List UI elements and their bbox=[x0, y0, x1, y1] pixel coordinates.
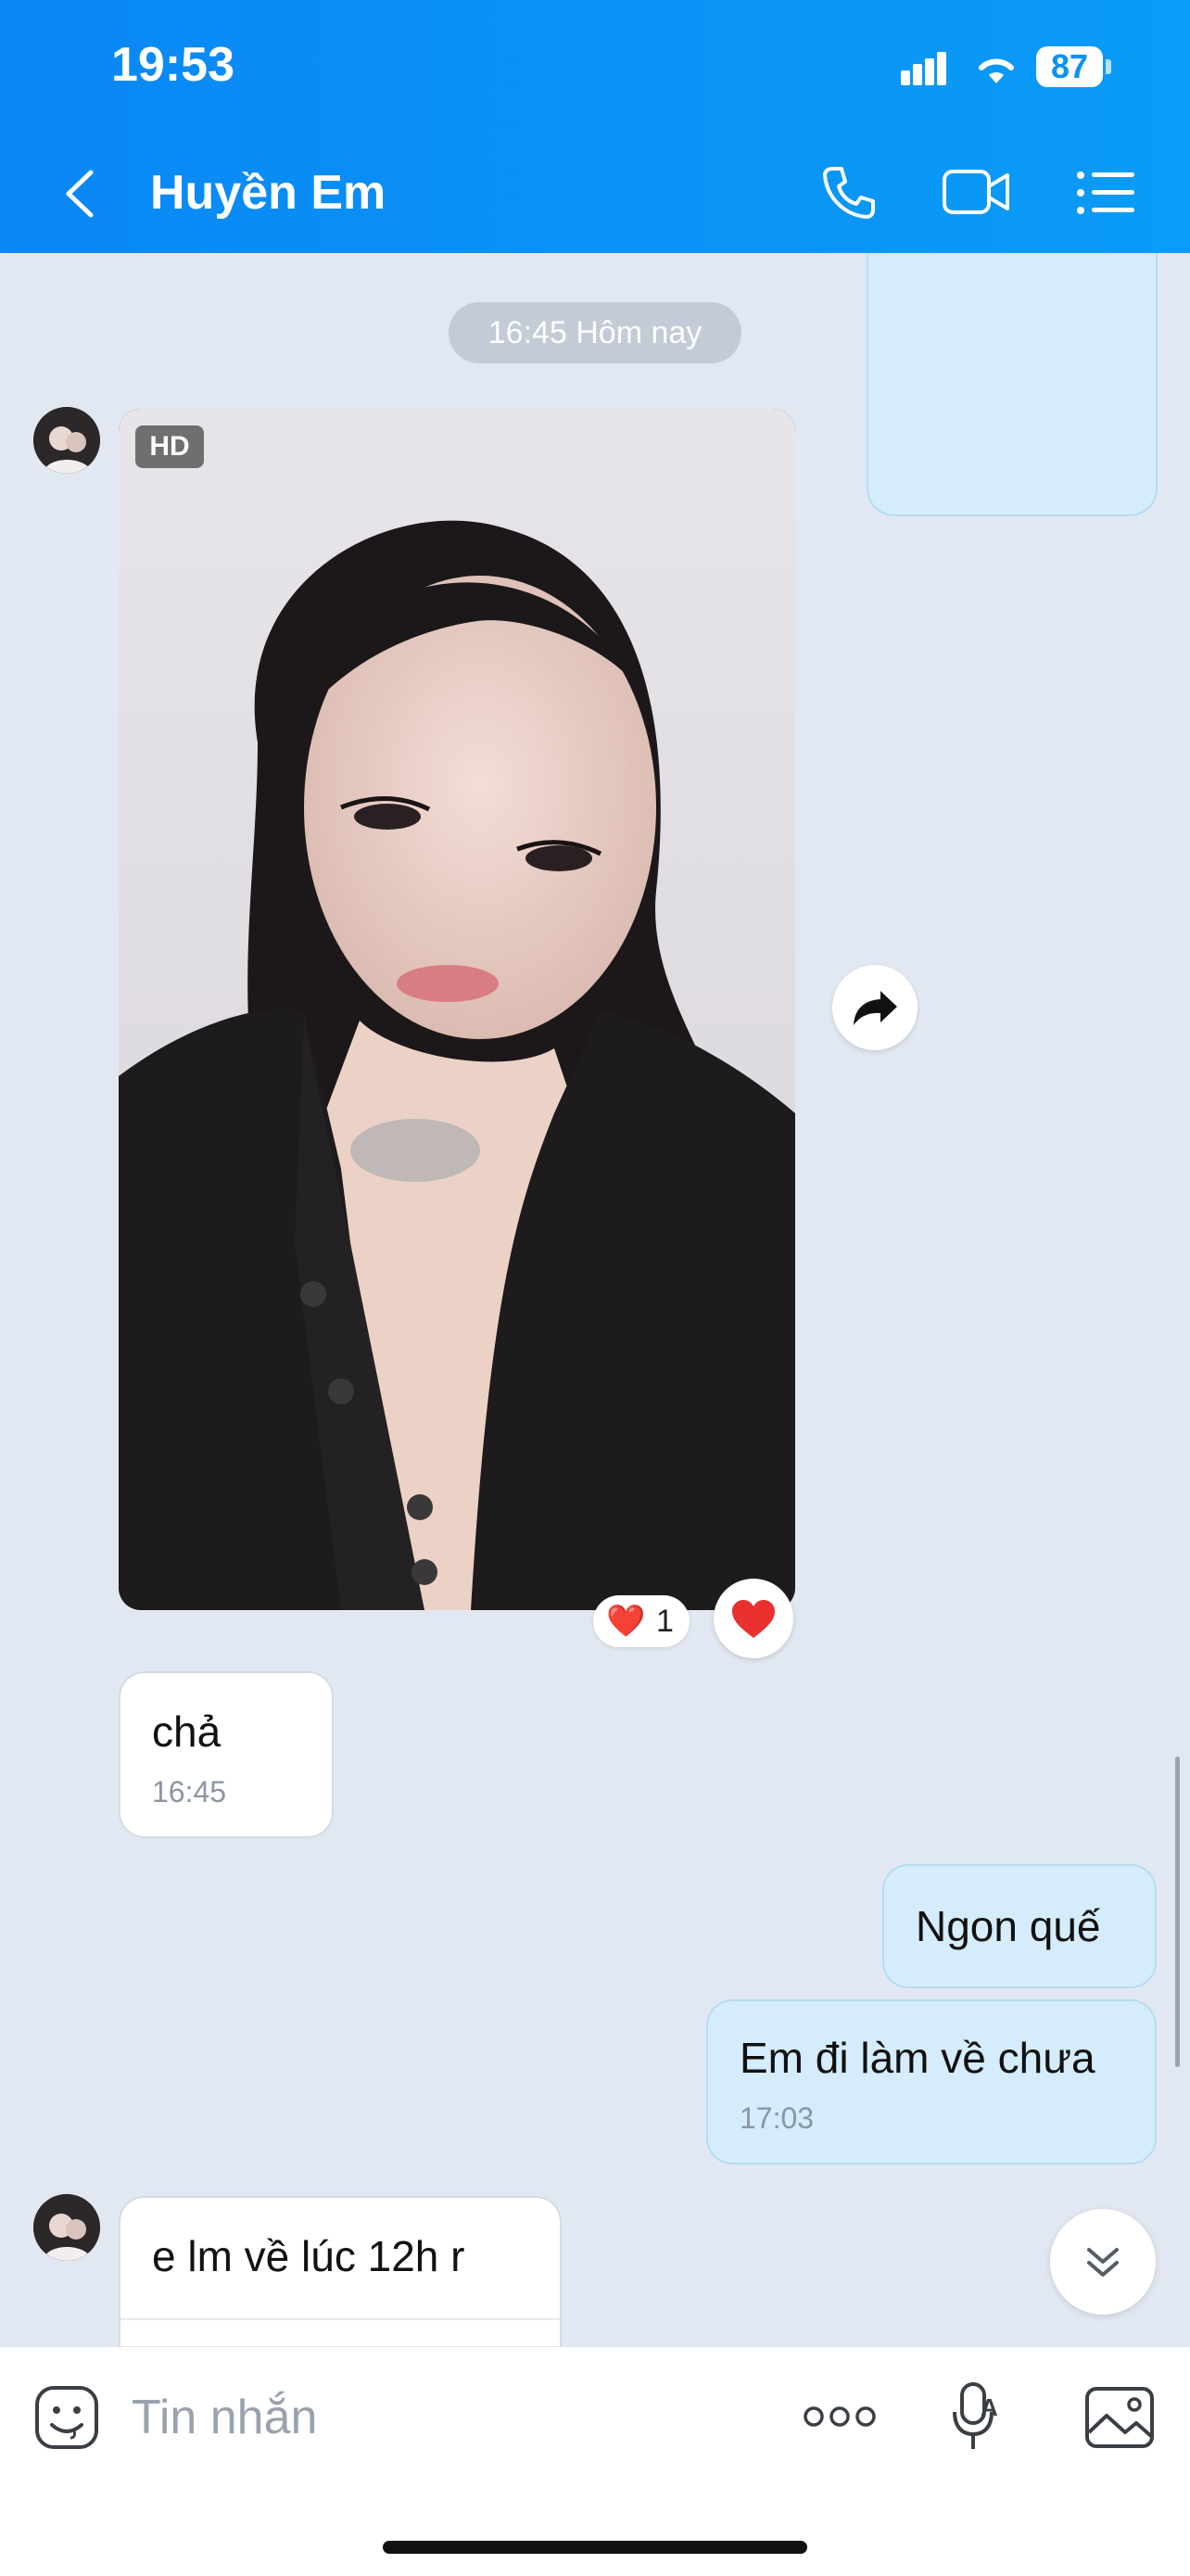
photo-message[interactable]: HD bbox=[119, 409, 795, 1610]
forward-arrow-icon bbox=[854, 991, 897, 1025]
message-list[interactable]: 16:45 Hôm nay HD ❤️ 1 chả 16:45 Ngon quế… bbox=[0, 253, 1190, 2346]
signal-icon bbox=[901, 52, 946, 85]
video-camera-icon[interactable] bbox=[942, 167, 1012, 217]
message-text: e lm về lúc 12h r bbox=[152, 2232, 465, 2280]
heart-icon: ❤️ bbox=[606, 1604, 646, 1639]
message-time: 16:45 bbox=[152, 1775, 227, 1808]
contact-avatar[interactable] bbox=[33, 407, 100, 474]
hd-badge: HD bbox=[135, 425, 204, 468]
previous-message-bubble bbox=[867, 253, 1158, 516]
outgoing-message[interactable]: Ngon quế bbox=[882, 1864, 1157, 1988]
svg-text:A: A bbox=[981, 2393, 998, 2421]
outgoing-message[interactable]: Em đi làm về chưa 17:03 bbox=[706, 1999, 1157, 2164]
chevron-left-icon[interactable] bbox=[59, 167, 100, 221]
battery-icon: 87 bbox=[1036, 46, 1103, 87]
scrollbar[interactable] bbox=[1175, 1757, 1180, 2067]
incoming-message[interactable]: e lm về lúc 12h r bbox=[119, 2196, 562, 2346]
photo-image bbox=[119, 409, 795, 1610]
composer-bar: Tin nhắn A bbox=[0, 2346, 1190, 2576]
heart-icon bbox=[732, 1600, 775, 1638]
incoming-message[interactable]: chả 16:45 bbox=[119, 1671, 334, 1838]
wifi-icon bbox=[979, 58, 1014, 83]
reaction-count: 1 bbox=[656, 1604, 674, 1639]
avatar-image bbox=[33, 407, 100, 474]
battery-level: 87 bbox=[1050, 47, 1089, 85]
list-menu-icon[interactable] bbox=[1077, 171, 1134, 215]
message-time: 17:03 bbox=[740, 2101, 815, 2135]
message-input[interactable]: Tin nhắn bbox=[132, 2390, 317, 2445]
message-text: Ngon quế bbox=[916, 1902, 1101, 1950]
phone-icon[interactable] bbox=[819, 163, 879, 222]
double-chevron-down-icon bbox=[1087, 2248, 1119, 2277]
scroll-to-bottom-button[interactable] bbox=[1050, 2209, 1156, 2315]
react-button[interactable] bbox=[714, 1579, 793, 1658]
image-icon[interactable] bbox=[1084, 2386, 1155, 2449]
avatar-image bbox=[33, 2194, 100, 2261]
bubble-divider bbox=[120, 2318, 560, 2320]
message-text: chả bbox=[152, 1707, 222, 1756]
battery-tip bbox=[1106, 59, 1111, 74]
date-divider: 16:45 Hôm nay bbox=[449, 302, 741, 363]
contact-name[interactable]: Huyền Em bbox=[150, 165, 386, 221]
message-text: Em đi làm về chưa bbox=[740, 2034, 1095, 2082]
forward-button[interactable] bbox=[832, 965, 918, 1050]
home-indicator[interactable] bbox=[383, 2541, 807, 2554]
chat-header: 19:53 87 Huyền Em bbox=[0, 0, 1190, 253]
sticker-icon[interactable] bbox=[33, 2384, 100, 2451]
more-dots-icon[interactable] bbox=[803, 2403, 877, 2430]
status-time: 19:53 bbox=[111, 38, 234, 92]
voice-to-text-icon[interactable]: A bbox=[949, 2379, 1001, 2456]
reaction-summary[interactable]: ❤️ 1 bbox=[593, 1595, 690, 1647]
contact-avatar[interactable] bbox=[33, 2194, 100, 2261]
